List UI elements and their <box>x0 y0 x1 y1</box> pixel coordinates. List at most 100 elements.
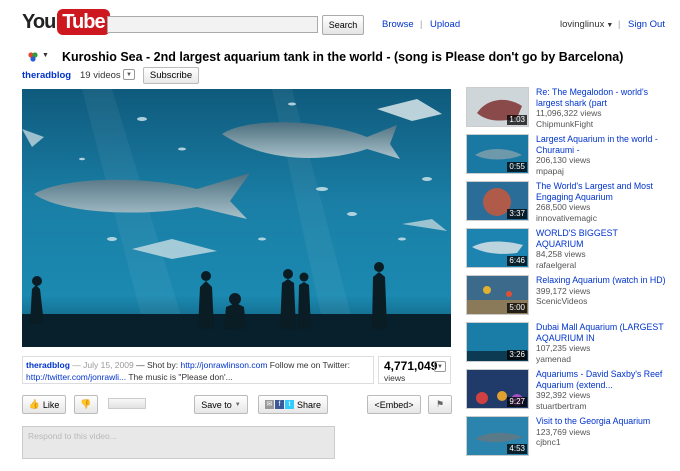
related-video-user: ChipmunkFight <box>536 118 594 129</box>
masthead: You Tube Search Browse | Upload lovingli… <box>0 0 680 44</box>
desc-link[interactable]: http://jonrawlinson.com <box>181 360 268 370</box>
username: lovinglinux <box>560 19 605 30</box>
thumbs-down-icon: 👎 <box>80 399 92 409</box>
rating-bar <box>108 398 146 409</box>
related-video-views: 392,392 views <box>536 390 591 400</box>
video-thumbnail[interactable]: 6:46 <box>466 228 529 268</box>
related-video-views: 206,130 views <box>536 155 591 165</box>
youtube-logo[interactable]: You Tube <box>22 9 110 35</box>
related-video-user: yamenad <box>536 353 571 364</box>
desc-text: The music is "Please don'... <box>126 372 233 382</box>
chevron-down-icon[interactable]: ▼ <box>434 361 446 372</box>
related-video-views: 11,096,322 views <box>536 108 602 118</box>
video-duration: 3:26 <box>507 350 527 360</box>
video-duration: 3:37 <box>507 209 527 219</box>
desc-text: Follow me on Twitter: <box>267 360 350 370</box>
thumbs-up-icon: 👍 <box>28 399 40 409</box>
video-thumbnail[interactable]: 3:26 <box>466 322 529 362</box>
desc-link[interactable]: http://twitter.com/jonrawli... <box>26 372 126 382</box>
related-video-title[interactable]: WORLD'S BIGGEST AQUARIUM <box>536 228 666 249</box>
video-thumbnail[interactable]: 4:53 <box>466 416 529 456</box>
related-video-title[interactable]: Re: The Megalodon - world's largest shar… <box>536 87 666 108</box>
video-thumbnail[interactable]: 1:03 <box>466 87 529 127</box>
chevron-down-icon[interactable]: ▼ <box>123 69 135 80</box>
related-video-item[interactable]: 9:27 Aquariums - David Saxby's Reef Aqua… <box>466 369 666 413</box>
search-input[interactable] <box>107 16 318 33</box>
video-title: Kuroshio Sea - 2nd largest aquarium tank… <box>62 50 624 64</box>
related-video-user: mpapaj <box>536 165 564 176</box>
related-video-views: 268,500 views <box>536 202 591 212</box>
video-duration: 9:27 <box>507 397 527 407</box>
subscribe-button[interactable]: Subscribe <box>143 67 199 84</box>
twitter-icon: t <box>284 400 294 409</box>
channel-link[interactable]: theradblog <box>22 70 71 81</box>
video-duration: 6:46 <box>507 256 527 266</box>
related-video-title[interactable]: Dubai Mall Aquarium (LARGEST AQAURIUM IN <box>536 322 666 343</box>
upload-date: — July 15, 2009 <box>69 360 134 370</box>
video-frame <box>22 89 451 347</box>
logo-tube-text: Tube <box>57 9 110 35</box>
video-duration: 0:55 <box>507 162 527 172</box>
share-icons: ✉ f t <box>264 400 294 409</box>
related-video-views: 107,235 views <box>536 343 591 353</box>
related-video-item[interactable]: 6:46 WORLD'S BIGGEST AQUARIUM 84,258 view… <box>466 228 666 272</box>
related-video-item[interactable]: 3:37 The World's Largest and Most Engagi… <box>466 181 666 225</box>
video-duration: 4:53 <box>507 444 527 454</box>
nav-browse-link[interactable]: Browse <box>382 19 414 30</box>
sign-out-link[interactable]: Sign Out <box>628 19 665 30</box>
logo-you-text: You <box>22 10 56 33</box>
related-video-title[interactable]: Relaxing Aquarium (watch in HD) <box>536 275 666 286</box>
share-label: Share <box>296 399 322 410</box>
view-count-box: 4,771,049 views ▼ <box>378 356 451 384</box>
related-video-views: 399,172 views <box>536 285 591 296</box>
channel-color-icon[interactable] <box>28 52 38 62</box>
related-video-title[interactable]: Aquariums - David Saxby's Reef Aquarium … <box>536 369 666 390</box>
search-button[interactable]: Search <box>322 15 364 35</box>
related-video-item[interactable]: 1:03 Re: The Megalodon - world's largest… <box>466 87 666 131</box>
email-icon: ✉ <box>264 400 274 409</box>
video-duration: 5:00 <box>507 303 527 313</box>
save-to-label: Save to <box>201 399 232 410</box>
flag-button[interactable]: ⚑ <box>428 395 452 414</box>
related-video-user: ScenicVideos <box>536 296 588 306</box>
video-thumbnail[interactable]: 5:00 <box>466 275 529 315</box>
related-video-title[interactable]: The World's Largest and Most Engaging Aq… <box>536 181 666 202</box>
nav-upload-link[interactable]: Upload <box>430 19 460 30</box>
like-button[interactable]: 👍 Like <box>22 395 66 414</box>
related-video-item[interactable]: 0:55 Largest Aquarium in the world - Chu… <box>466 134 666 178</box>
related-video-title[interactable]: Largest Aquarium in the world - Churaumi… <box>536 134 666 155</box>
dislike-button[interactable]: 👎 <box>74 395 98 414</box>
respond-input[interactable]: Respond to this video... <box>22 426 335 459</box>
chevron-down-icon[interactable]: ▼ <box>42 52 49 59</box>
desc-text: — Shot by: <box>133 360 181 370</box>
flag-icon: ⚑ <box>435 399 445 409</box>
embed-button[interactable]: <Embed> <box>367 395 421 414</box>
related-video-item[interactable]: 3:26 Dubai Mall Aquarium (LARGEST AQAURI… <box>466 322 666 366</box>
video-thumbnail[interactable]: 0:55 <box>466 134 529 174</box>
video-count: 19 videos <box>80 70 121 81</box>
related-video-item[interactable]: 4:53 Visit to the Georgia Aquarium 123,76… <box>466 416 666 460</box>
video-player[interactable] <box>22 89 451 347</box>
related-video-title[interactable]: Visit to the Georgia Aquarium <box>536 416 666 427</box>
nav-separator: | <box>420 19 423 29</box>
desc-channel-link[interactable]: theradblog <box>26 360 70 370</box>
nav-separator: | <box>618 19 621 29</box>
video-duration: 1:03 <box>507 115 527 125</box>
chevron-down-icon: ▼ <box>234 401 241 408</box>
chevron-down-icon: ▼ <box>606 22 614 29</box>
video-description: theradblog — July 15, 2009 — Shot by: ht… <box>22 356 374 384</box>
views-label: views <box>384 373 406 383</box>
related-video-user: rafaelgeral <box>536 259 577 270</box>
related-video-views: 84,258 views <box>536 249 586 259</box>
facebook-icon: f <box>274 400 284 409</box>
related-video-user: innovativemagic <box>536 212 597 223</box>
related-video-user: stuartbertram <box>536 400 587 411</box>
save-to-button[interactable]: Save to ▼ <box>194 395 248 414</box>
like-label: Like <box>42 399 60 410</box>
user-menu[interactable]: lovinglinux ▼ <box>560 19 613 30</box>
share-button[interactable]: ✉ f t Share <box>258 395 328 414</box>
video-thumbnail[interactable]: 9:27 <box>466 369 529 409</box>
related-video-views: 123,769 views <box>536 426 591 437</box>
related-video-item[interactable]: 5:00 Relaxing Aquarium (watch in HD) 399,… <box>466 275 666 319</box>
video-thumbnail[interactable]: 3:37 <box>466 181 529 221</box>
